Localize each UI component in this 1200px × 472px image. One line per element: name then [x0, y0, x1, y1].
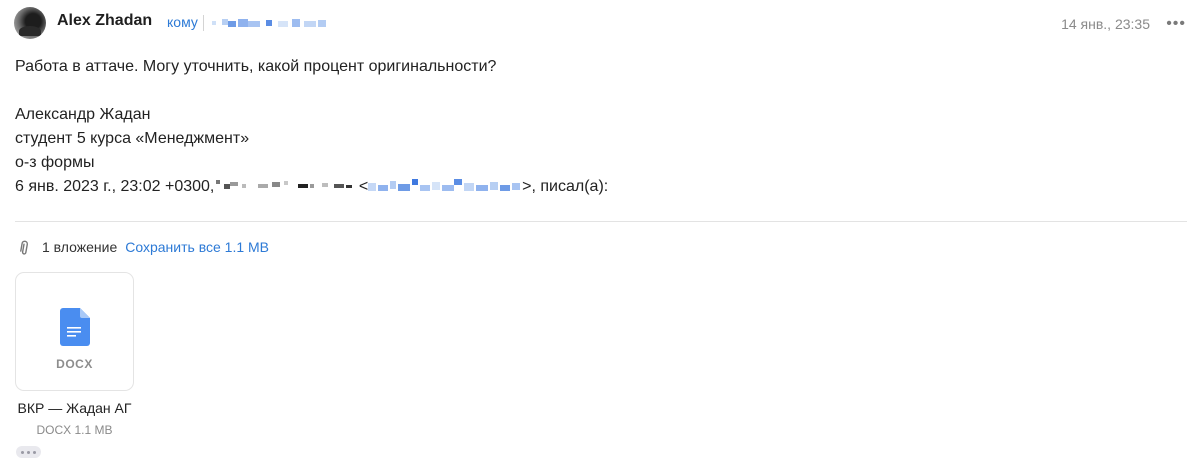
attachments-bar: 1 вложение Сохранить все 1.1 MB [16, 237, 269, 257]
attachment-meta: DOCX 1.1 MB [36, 423, 113, 437]
redacted-name [216, 180, 353, 189]
show-quoted-button[interactable] [16, 446, 41, 458]
quote-wrote: >, писал(а): [522, 178, 609, 195]
attachments-count: 1 вложение [42, 239, 118, 255]
redacted-recipient [212, 19, 326, 27]
signature-line: о-з формы [15, 154, 95, 171]
recipients-separator [203, 15, 204, 31]
paperclip-icon [20, 240, 28, 255]
message-date: 14 янв., 23:35 [1061, 16, 1150, 32]
quote-header: 6 янв. 2023 г., 23:02 +0300, < >, писал(… [15, 175, 1185, 199]
attachment-name[interactable]: ВКР — Жадан АГ [15, 400, 134, 416]
more-options-button[interactable]: ••• [1166, 15, 1186, 33]
message-header: Alex Zhadan кому 14 янв., 23:35 ••• [14, 7, 1190, 39]
message-line: Работа в аттаче. Могу уточнить, какой пр… [15, 58, 497, 75]
recipients-toggle[interactable]: кому [167, 14, 198, 30]
attachments-divider [15, 221, 1187, 222]
sender-avatar[interactable] [14, 7, 46, 39]
docx-file-icon [60, 308, 90, 346]
signature-line: студент 5 курса «Менеджмент» [15, 130, 250, 147]
message-body: Работа в аттаче. Могу уточнить, какой пр… [15, 55, 1185, 199]
file-extension: DOCX [56, 357, 93, 371]
signature-line: Александр Жадан [15, 106, 151, 123]
quote-date: 6 янв. 2023 г., 23:02 +0300, [15, 178, 215, 195]
save-all-link[interactable]: Сохранить все 1.1 MB [125, 239, 269, 255]
attachment-card[interactable]: DOCX [15, 272, 134, 391]
quote-angle-bracket: < [358, 178, 369, 195]
sender-name[interactable]: Alex Zhadan [57, 12, 152, 30]
redacted-email[interactable] [368, 179, 522, 193]
